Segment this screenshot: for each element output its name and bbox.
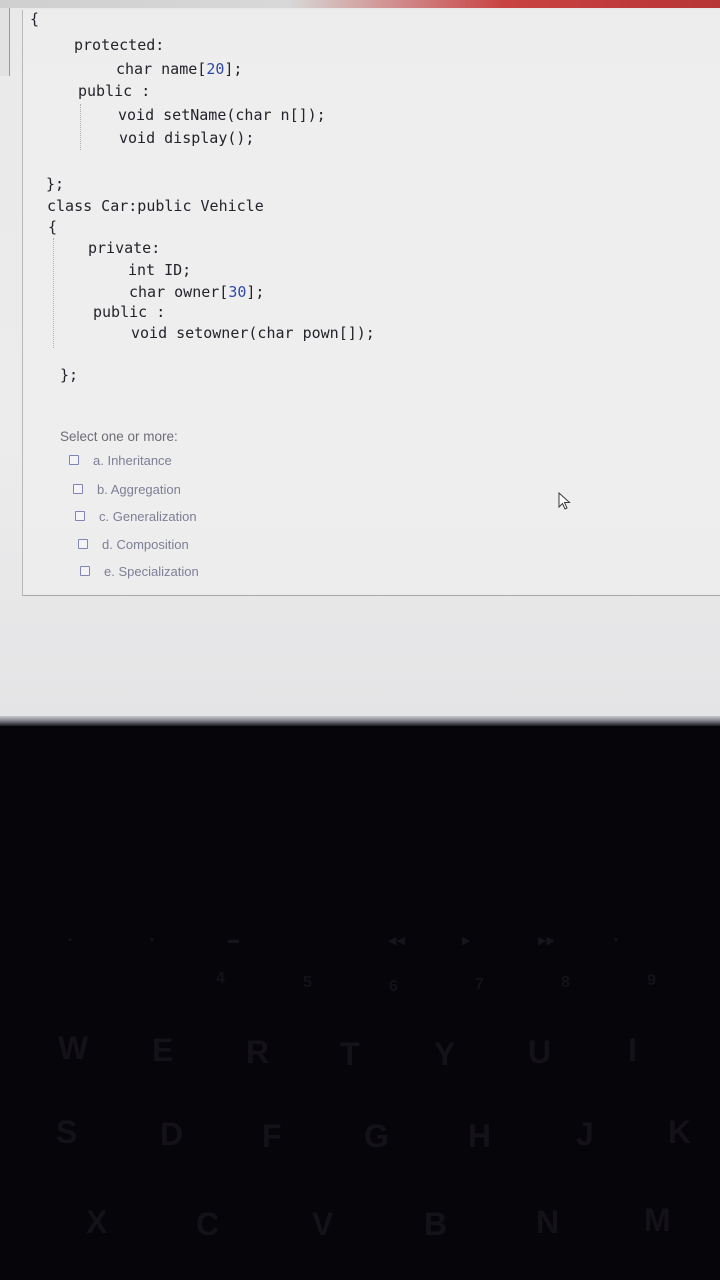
- question-prompt: Select one or more:: [60, 429, 178, 444]
- keyboard: • • ▬ ◀◀ ▶ ▶▶ • 4 5 6 7 8 9 W E R T Y U …: [0, 726, 720, 1280]
- code-line-open-brace-2: {: [48, 218, 58, 236]
- code-line-int-id: int ID;: [128, 261, 192, 279]
- code-line-close-brace-2: };: [60, 366, 79, 384]
- option-inheritance[interactable]: a. Inheritance: [69, 451, 172, 469]
- code-line-char-owner: char owner[30];: [129, 283, 265, 301]
- key-y: Y: [434, 1036, 456, 1072]
- key-t: T: [340, 1036, 360, 1072]
- key-i: I: [628, 1032, 637, 1068]
- key-k: K: [668, 1114, 692, 1150]
- key-e: E: [152, 1032, 174, 1068]
- function-key-label: ▶▶: [538, 935, 555, 947]
- function-key-label: •: [68, 934, 72, 946]
- key-8: 8: [561, 974, 570, 991]
- function-key-label: ◀◀: [388, 935, 405, 947]
- key-w: W: [58, 1030, 89, 1066]
- key-x: X: [86, 1204, 108, 1240]
- mouse-pointer-icon: [558, 492, 571, 510]
- function-key-label: •: [150, 934, 154, 946]
- screen-bezel: [0, 716, 720, 726]
- option-label: b. Aggregation: [97, 481, 181, 497]
- checkbox[interactable]: [73, 484, 83, 494]
- code-line-close-brace-1: };: [46, 175, 65, 193]
- key-6: 6: [389, 978, 398, 995]
- laptop-screen: { protected: char name[20]; public : voi…: [0, 0, 720, 722]
- checkbox[interactable]: [69, 455, 79, 465]
- key-r: R: [246, 1034, 270, 1070]
- key-j: J: [576, 1116, 594, 1152]
- indent-guide-1: [80, 104, 81, 150]
- code-line-protected: protected:: [74, 36, 165, 54]
- key-b: B: [424, 1206, 448, 1242]
- code-line-class-car: class Car:public Vehicle: [47, 197, 264, 215]
- key-m: M: [644, 1202, 671, 1238]
- key-u: U: [528, 1034, 552, 1070]
- key-h: H: [468, 1118, 492, 1154]
- option-label: a. Inheritance: [93, 452, 172, 468]
- key-n: N: [536, 1204, 560, 1240]
- key-4: 4: [216, 970, 225, 987]
- option-label: c. Generalization: [99, 508, 197, 524]
- code-line-public-1: public :: [78, 82, 151, 100]
- checkbox[interactable]: [75, 511, 85, 521]
- window-top-strip: [0, 0, 720, 8]
- option-generalization[interactable]: c. Generalization: [75, 507, 197, 525]
- code-line-display: void display();: [119, 129, 255, 147]
- code-line-char-name: char name[20];: [116, 60, 243, 78]
- option-label: d. Composition: [102, 536, 189, 552]
- key-d: D: [160, 1116, 184, 1152]
- code-line-public-2: public :: [93, 303, 166, 321]
- option-aggregation[interactable]: b. Aggregation: [73, 480, 181, 498]
- code-line-setowner: void setowner(char pown[]);: [131, 324, 375, 342]
- key-f: F: [262, 1118, 282, 1154]
- option-composition[interactable]: d. Composition: [78, 535, 189, 553]
- function-key-label: ▬: [228, 934, 239, 946]
- indent-guide-2: [53, 238, 54, 348]
- option-label: e. Specialization: [104, 563, 199, 579]
- key-g: G: [364, 1118, 389, 1154]
- key-5: 5: [303, 974, 312, 991]
- key-c: C: [196, 1206, 220, 1242]
- left-panel-edge: [0, 8, 10, 76]
- function-key-label: •: [614, 934, 618, 946]
- code-line-private: private:: [88, 239, 161, 257]
- code-line-open-brace: {: [30, 10, 40, 28]
- option-specialization[interactable]: e. Specialization: [80, 562, 199, 580]
- key-9: 9: [647, 972, 656, 989]
- checkbox[interactable]: [80, 566, 90, 576]
- checkbox[interactable]: [78, 539, 88, 549]
- key-s: S: [56, 1114, 78, 1150]
- key-v: V: [312, 1206, 334, 1242]
- code-line-setname: void setName(char n[]);: [118, 106, 326, 124]
- function-key-label: ▶: [462, 935, 471, 947]
- key-7: 7: [475, 976, 484, 993]
